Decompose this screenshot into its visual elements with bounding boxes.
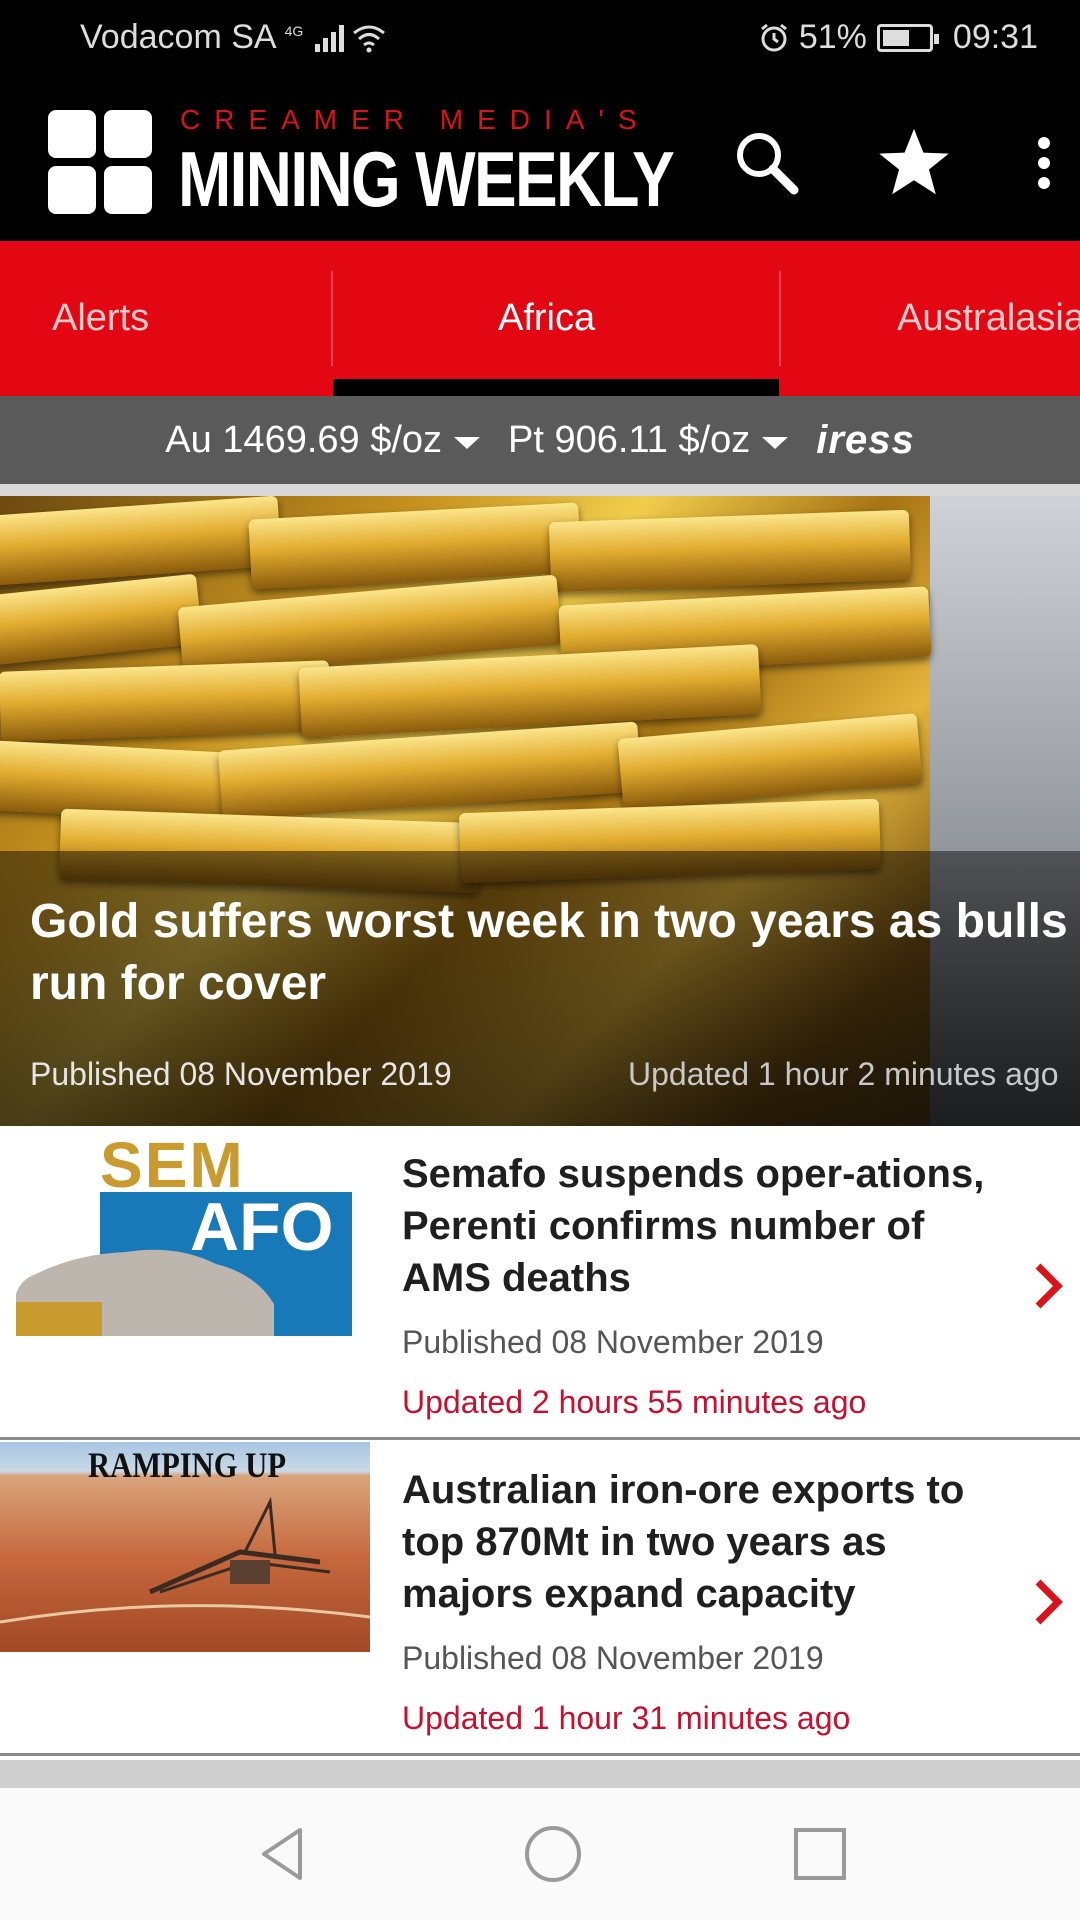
active-tab-indicator [333,379,779,396]
article-published: Published 08 November 2019 [402,1324,824,1360]
reclaimer-machine-icon [0,1496,370,1624]
gold-price-label: Au 1469.69 $/oz [165,418,443,461]
platinum-price-label: Pt 906.11 $/oz [508,418,751,461]
featured-updated: Updated 1 hour 2 minutes ago [628,1056,1059,1092]
more-vert-icon[interactable] [1004,123,1080,203]
brand-title: MINING WEEKLY [178,135,675,223]
battery-percent: 51% [798,18,867,56]
back-icon[interactable] [252,1824,312,1884]
article-published: Published 08 November 2019 [402,1640,824,1676]
article-thumbnail: RAMPING UP [0,1442,370,1652]
carrier-info: Vodacom SA 4G [80,18,386,57]
platinum-price[interactable]: Pt 906.11 $/oz [508,418,789,462]
search-icon[interactable] [727,123,807,203]
tab-divider [779,271,781,366]
star-icon[interactable] [874,123,954,203]
featured-published: Published 08 November 2019 [30,1056,452,1092]
article-thumbnail: SEM AFO [0,1126,370,1336]
divider [0,484,1080,496]
article-headline[interactable]: Semafo suspends oper-ations, Perenti con… [402,1148,1002,1304]
network-type: 4G [284,22,304,39]
iress-logo: iress [816,417,915,462]
caret-down-icon [454,437,481,449]
home-icon[interactable] [523,1824,583,1884]
brand-subtitle: CREAMER MEDIA'S [180,104,651,135]
system-nav-bar [0,1788,1080,1920]
article-updated: Updated 1 hour 31 minutes ago [402,1700,851,1736]
article-updated: Updated 2 hours 55 minutes ago [402,1384,867,1420]
gold-price[interactable]: Au 1469.69 $/oz [165,418,481,462]
caret-down-icon [762,437,789,449]
tab-divider [331,271,333,366]
carrier-name: Vodacom SA [80,18,277,56]
article-item[interactable]: SEM AFO Semafo suspends oper-ations, Per… [0,1126,1080,1440]
featured-article[interactable]: Gold suffers worst week in two years as … [0,496,1080,1126]
alarm-icon [760,23,787,51]
recents-icon[interactable] [790,1824,850,1884]
app-header: CREAMER MEDIA'S MINING WEEKLY [0,78,1080,241]
tab-africa[interactable]: Africa [498,241,595,396]
clock: 09:31 [952,18,1038,56]
status-bar: Vodacom SA 4G 51% 09:31 [0,0,1080,78]
africa-map-icon [16,1249,274,1336]
region-tabs: Alerts Africa Australasia [0,241,1080,396]
signal-icon [315,24,345,52]
featured-headline[interactable]: Gold suffers worst week in two years as … [30,891,1080,1015]
list-end-divider [0,1760,1080,1788]
status-right: 51% 09:31 [759,18,1038,57]
price-ticker: Au 1469.69 $/oz Pt 906.11 $/oz iress [0,396,1080,484]
article-item[interactable]: RAMPING UP Australian iron-ore exports t… [0,1442,1080,1756]
chevron-right-icon[interactable] [1028,1256,1068,1316]
brand-logo-icon [48,110,152,214]
wifi-icon [353,25,386,52]
chevron-right-icon[interactable] [1028,1572,1068,1632]
article-headline[interactable]: Australian iron-ore exports to top 870Mt… [402,1464,1002,1620]
tab-australasia[interactable]: Australasia [897,241,1080,396]
tab-alerts[interactable]: Alerts [52,241,149,396]
battery-icon [876,23,939,52]
